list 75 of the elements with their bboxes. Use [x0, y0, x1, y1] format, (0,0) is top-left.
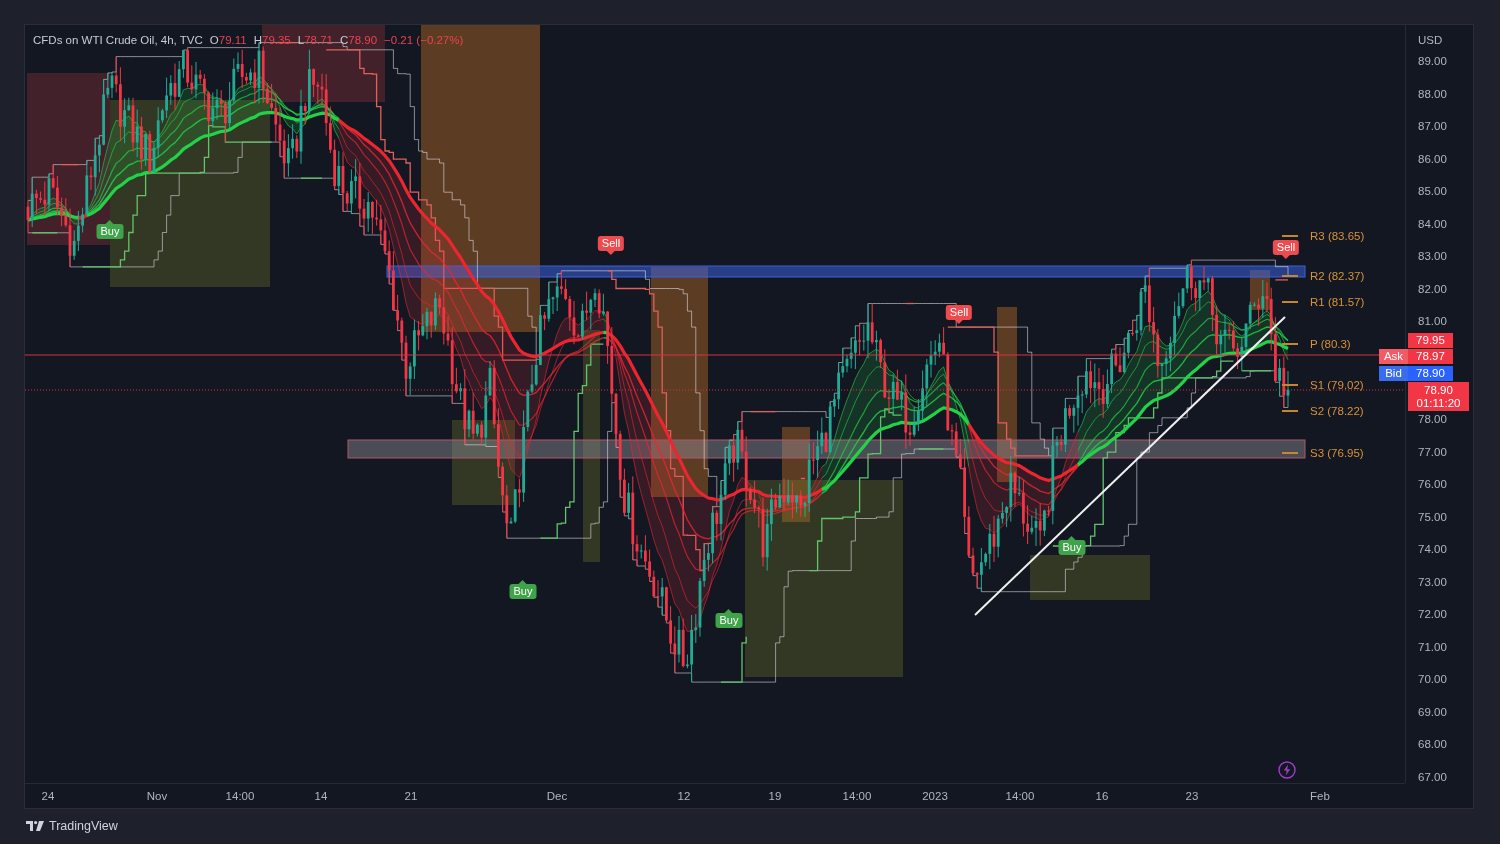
brand-name: TradingView	[49, 819, 118, 833]
time-tick-label: 24	[41, 789, 55, 803]
ohlc-value: 78.90	[348, 33, 378, 47]
time-tick-label: 23	[1185, 789, 1199, 803]
sell-signal-label: Sell	[597, 235, 625, 255]
price-tick-label: 68.00	[1418, 737, 1447, 752]
time-tick-label: Nov	[146, 789, 168, 803]
price-tag-label: Bid	[1379, 366, 1408, 381]
time-tick-label: Feb	[1310, 789, 1330, 803]
buy-signal-label: Buy	[1058, 535, 1086, 555]
price-tick-label: 82.00	[1418, 281, 1447, 296]
price-tick-label: 88.00	[1418, 86, 1447, 101]
ohlc-label: C	[339, 33, 349, 47]
buy-signal-label: Buy	[96, 219, 124, 239]
time-tick-label: 12	[677, 789, 691, 803]
price-tag: 78.90	[1408, 366, 1453, 381]
symbol-title: CFDs on WTI Crude Oil, 4h, TVC	[33, 33, 203, 47]
price-tick-label: 83.00	[1418, 249, 1447, 264]
time-tick-label: 14	[314, 789, 328, 803]
ohlc-value: 79.11	[218, 33, 247, 47]
price-tick-label: 89.00	[1418, 54, 1447, 68]
sell-signal-label: Sell	[1272, 239, 1300, 259]
price-tag: 78.97	[1408, 349, 1453, 364]
price-tick-label: 73.00	[1418, 574, 1447, 589]
time-tick-label: 2023	[922, 789, 948, 803]
price-tick-label: 84.00	[1418, 216, 1447, 231]
pivot-label: S2 (78.22)	[1310, 404, 1364, 418]
pivot-label: P (80.3)	[1310, 337, 1351, 351]
price-tick-label: 69.00	[1418, 704, 1447, 719]
ohlc-label: H	[253, 33, 262, 47]
sell-signal-label: Sell	[945, 304, 973, 324]
pivot-label: R1 (81.57)	[1310, 295, 1365, 309]
time-tick-label: 14:00	[1005, 789, 1035, 803]
price-tick-label: 72.00	[1418, 607, 1447, 622]
price-tick-label: 85.00	[1418, 184, 1447, 199]
price-tick-label: 81.00	[1418, 314, 1447, 329]
price-tick-label: 74.00	[1418, 542, 1447, 557]
pivot-label: R2 (82.37)	[1310, 269, 1365, 283]
pivot-level-line	[1282, 452, 1298, 454]
ohlc-label: O	[209, 33, 219, 47]
price-change: −0.21 (−0.27%)	[384, 33, 464, 47]
time-tick-label: 14:00	[842, 789, 872, 803]
bar-countdown-timer: 01:11:20	[1415, 396, 1462, 410]
pivot-level-line	[1282, 275, 1298, 277]
logo-icon	[26, 821, 44, 831]
alert-icon[interactable]	[1278, 761, 1296, 779]
price-tick-label: 86.00	[1418, 151, 1447, 166]
price-tick-label: 71.00	[1418, 639, 1447, 654]
pivot-level-line	[1282, 301, 1298, 303]
price-tick-label: 75.00	[1418, 509, 1447, 524]
price-tick-label: 78.00	[1418, 412, 1447, 426]
price-tick-label: 67.00	[1418, 770, 1447, 784]
time-tick-label: 21	[404, 789, 418, 803]
price-tick-label: 76.00	[1418, 477, 1447, 492]
pivot-label: S1 (79.02)	[1310, 378, 1364, 392]
pivot-level-line	[1282, 343, 1298, 345]
pivot-level-line	[1282, 384, 1298, 386]
pivot-label: R3 (83.65)	[1310, 229, 1365, 243]
pivot-level-line	[1282, 235, 1298, 237]
time-tick-label: 16	[1095, 789, 1109, 803]
time-tick-label: 19	[768, 789, 782, 803]
pivot-label: S3 (76.95)	[1310, 446, 1364, 460]
price-tick-label: 77.00	[1418, 444, 1447, 459]
time-tick-label: 14:00	[225, 789, 255, 803]
last-price-value: 78.90	[1423, 383, 1454, 397]
pivot-level-line	[1282, 410, 1298, 412]
time-tick-label: Dec	[546, 789, 568, 803]
currency-label: USD	[1418, 33, 1443, 47]
buy-signal-label: Buy	[509, 579, 537, 599]
ohlc-label: L	[297, 33, 305, 47]
price-tick-label: 70.00	[1418, 672, 1447, 687]
buy-signal-label: Buy	[715, 608, 743, 628]
price-tag-label: Ask	[1379, 349, 1408, 364]
price-tick-label: 87.00	[1418, 119, 1447, 134]
price-tag: 79.95	[1408, 333, 1453, 348]
